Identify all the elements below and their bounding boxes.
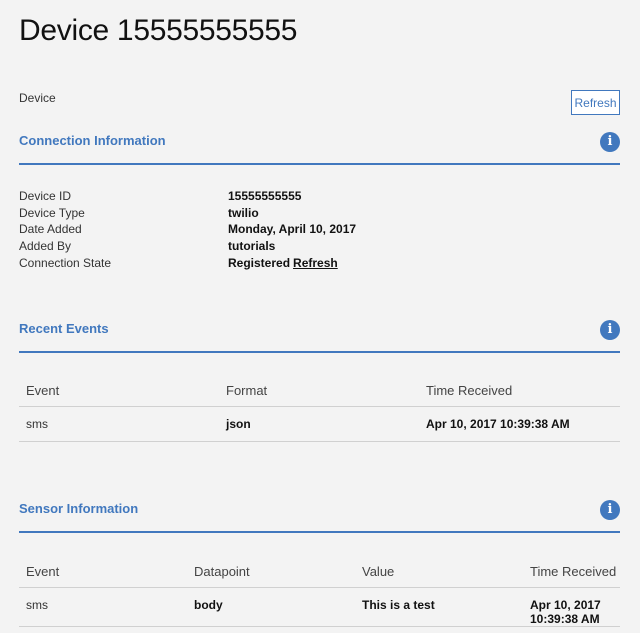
kv-value: Registered Refresh	[228, 256, 338, 270]
info-icon[interactable]: i	[600, 132, 620, 152]
event-cell: sms	[19, 587, 187, 627]
table-header-row: Event Datapoint Value Time Received	[19, 557, 620, 588]
kv-key: Added By	[19, 239, 72, 253]
column-header-time: Time Received	[523, 557, 620, 588]
kv-key: Connection State	[19, 256, 112, 270]
kv-key: Date Added	[19, 222, 82, 236]
breadcrumb: Device	[19, 91, 56, 105]
column-header-event: Event	[19, 557, 187, 588]
time-clock: 10:39:38 AM	[530, 611, 600, 626]
time-date: Apr 10, 2017	[530, 597, 601, 612]
datapoint-cell: body	[187, 587, 355, 627]
table-header-row: Event Format Time Received	[19, 376, 620, 407]
format-cell: json	[219, 406, 419, 442]
column-header-event: Event	[19, 376, 219, 407]
table-row: sms json Apr 10, 2017 10:39:38 AM	[19, 406, 620, 442]
connection-section-header: Connection Information i	[19, 132, 620, 165]
sensor-table: Event Datapoint Value Time Received sms …	[19, 557, 620, 627]
sensor-section-title: Sensor Information	[19, 501, 139, 516]
column-header-value: Value	[355, 557, 523, 588]
kv-value: 15555555555	[228, 189, 302, 203]
kv-value: tutorials	[228, 239, 276, 253]
events-section-title: Recent Events	[19, 321, 109, 336]
time-cell: Apr 10, 2017 10:39:38 AM	[419, 406, 620, 442]
column-header-datapoint: Datapoint	[187, 557, 355, 588]
kv-value: Monday, April 10, 2017	[228, 222, 357, 236]
events-section-header: Recent Events i	[19, 320, 620, 353]
connection-state-value: Registered	[228, 256, 291, 270]
connection-refresh-link[interactable]: Refresh	[293, 256, 338, 270]
connection-section-title: Connection Information	[19, 133, 166, 148]
info-icon[interactable]: i	[600, 320, 620, 340]
sensor-section-header: Sensor Information i	[19, 500, 620, 533]
column-header-format: Format	[219, 376, 419, 407]
table-row: sms body This is a test Apr 10, 2017 10:…	[19, 587, 620, 627]
column-header-time: Time Received	[419, 376, 620, 407]
kv-value: twilio	[228, 206, 259, 220]
info-icon[interactable]: i	[600, 500, 620, 520]
event-cell: sms	[19, 406, 219, 442]
kv-key: Device ID	[19, 189, 72, 203]
events-table: Event Format Time Received sms json Apr …	[19, 376, 620, 442]
value-cell: This is a test	[355, 587, 523, 627]
page-title: Device 15555555555	[19, 14, 298, 47]
kv-key: Device Type	[19, 206, 85, 220]
refresh-button[interactable]: Refresh	[571, 90, 620, 115]
time-cell: Apr 10, 2017 10:39:38 AM	[523, 587, 620, 627]
